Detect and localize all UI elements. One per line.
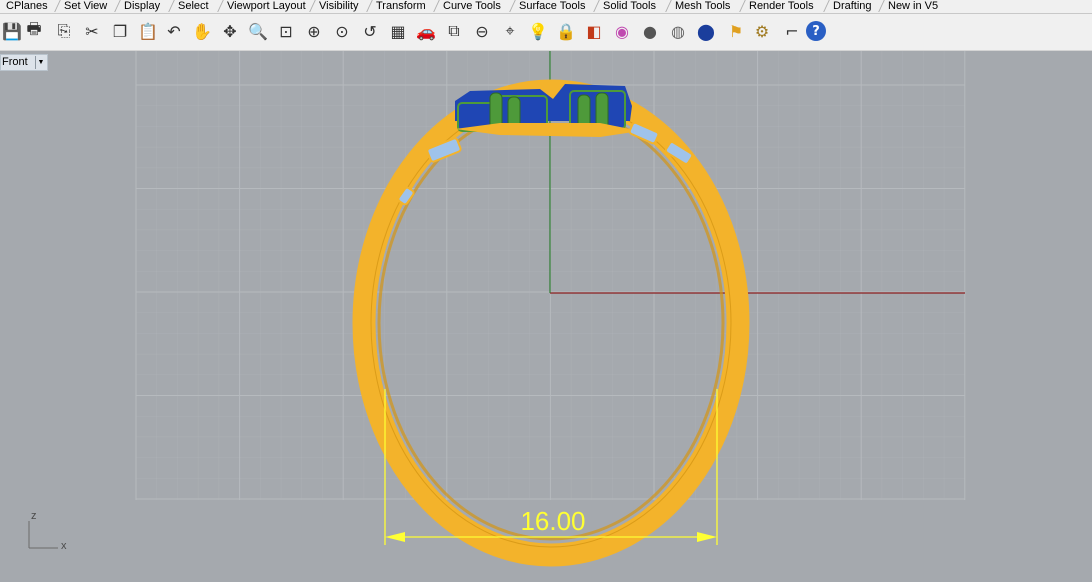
zoom-window-icon[interactable]: ⊡ — [274, 18, 298, 44]
tab-mesh-tools[interactable]: Mesh Tools — [672, 0, 730, 13]
tab-separator — [509, 0, 516, 12]
tab-separator — [593, 0, 600, 12]
lock-icon[interactable]: 🔒 — [554, 18, 578, 44]
tab-separator — [433, 0, 440, 12]
world-axis-icon: z x — [28, 510, 67, 552]
cplane-icon[interactable]: ⧉ — [442, 18, 466, 44]
tab-visibility[interactable]: Visibility — [316, 0, 359, 13]
options-icon[interactable]: ⚑ — [724, 18, 748, 44]
tab-separator — [309, 0, 316, 12]
tab-display[interactable]: Display — [121, 0, 160, 13]
cut-icon[interactable]: ✂ — [80, 18, 104, 44]
viewport-name: Front — [2, 56, 28, 68]
zoom-selected-icon[interactable]: ⊙ — [330, 18, 354, 44]
tab-select[interactable]: Select — [175, 0, 209, 13]
linear-dimension[interactable]: 16.00 — [384, 389, 718, 545]
tab-separator — [739, 0, 746, 12]
tab-render-tools[interactable]: Render Tools — [746, 0, 814, 13]
export-icon[interactable]: ⎘ — [52, 18, 76, 44]
tab-transform[interactable]: Transform — [373, 0, 426, 13]
tab-curve-tools[interactable]: Curve Tools — [440, 0, 501, 13]
tab-separator — [114, 0, 121, 12]
tab-drafting[interactable]: Drafting — [830, 0, 872, 13]
tab-viewport-layout[interactable]: Viewport Layout — [224, 0, 306, 13]
render-sphere-icon[interactable]: ⬤ — [694, 18, 718, 44]
undo-view-icon[interactable]: ↺ — [358, 18, 382, 44]
layer-icon[interactable]: ◧ — [582, 18, 606, 44]
four-viewports-icon[interactable]: ▦ — [386, 18, 410, 44]
object-snap-icon[interactable]: ⌖ — [498, 18, 522, 44]
dimension-icon[interactable]: ⌐ — [780, 18, 804, 44]
pan-icon[interactable]: ✋ — [190, 18, 214, 44]
tab-separator — [823, 0, 830, 12]
tab-new-in-v5[interactable]: New in V5 — [885, 0, 938, 13]
axis-z-label: z — [31, 510, 37, 522]
tab-set-view[interactable]: Set View — [61, 0, 107, 13]
axis-x-label: x — [61, 540, 67, 552]
dimension-value: 16.00 — [520, 506, 585, 536]
save-icon[interactable]: 💾 — [0, 18, 24, 44]
tab-separator — [54, 0, 61, 12]
help-icon[interactable]: ? — [806, 21, 826, 41]
toolbar-tab-strip: CPlanes Set View Display Select Viewport Lay… — [0, 0, 1092, 14]
tab-solid-tools[interactable]: Solid Tools — [600, 0, 656, 13]
undo-icon[interactable]: ↶ — [162, 18, 186, 44]
tab-separator — [366, 0, 373, 12]
viewport-title-dropdown[interactable]: Front ▼ — [0, 54, 48, 71]
light-icon[interactable]: 💡 — [526, 18, 550, 44]
gear-icon[interactable]: ⚙ — [750, 18, 774, 44]
zoom-dynamic-icon[interactable]: 🔍 — [246, 18, 270, 44]
zoom-extents-icon[interactable]: ⊕ — [302, 18, 326, 44]
rotate-view-icon[interactable]: ✥ — [218, 18, 242, 44]
standard-toolbar: 💾 🖶 ⎘ ✂ ❐ 📋 ↶ ✋ ✥ 🔍 ⊡ ⊕ ⊙ ↺ ▦ 🚗 ⧉ ⊖ ⌖ 💡 🔒 ◧ ◉ ● ◍ ⬤ ⚑ ⚙ ⌐? — [0, 14, 1092, 51]
rendered-icon[interactable]: ◍ — [666, 18, 690, 44]
copy-icon[interactable]: ❐ — [108, 18, 132, 44]
car-named-views-icon[interactable]: 🚗 — [414, 18, 438, 44]
tab-separator — [168, 0, 175, 12]
snap-icon[interactable]: ⊖ — [470, 18, 494, 44]
chevron-down-icon[interactable]: ▼ — [35, 56, 46, 69]
tab-surface-tools[interactable]: Surface Tools — [516, 0, 585, 13]
print-icon[interactable]: 🖶 — [22, 18, 46, 44]
tab-separator — [217, 0, 224, 12]
tab-cplanes[interactable]: CPlanes — [3, 0, 48, 13]
paste-icon[interactable]: 📋 — [136, 18, 160, 44]
color-wheel-icon[interactable]: ◉ — [610, 18, 634, 44]
tab-separator — [665, 0, 672, 12]
shaded-icon[interactable]: ● — [638, 18, 662, 44]
tab-separator — [878, 0, 885, 12]
viewport-canvas[interactable]: 16.00 z x — [0, 51, 1092, 582]
